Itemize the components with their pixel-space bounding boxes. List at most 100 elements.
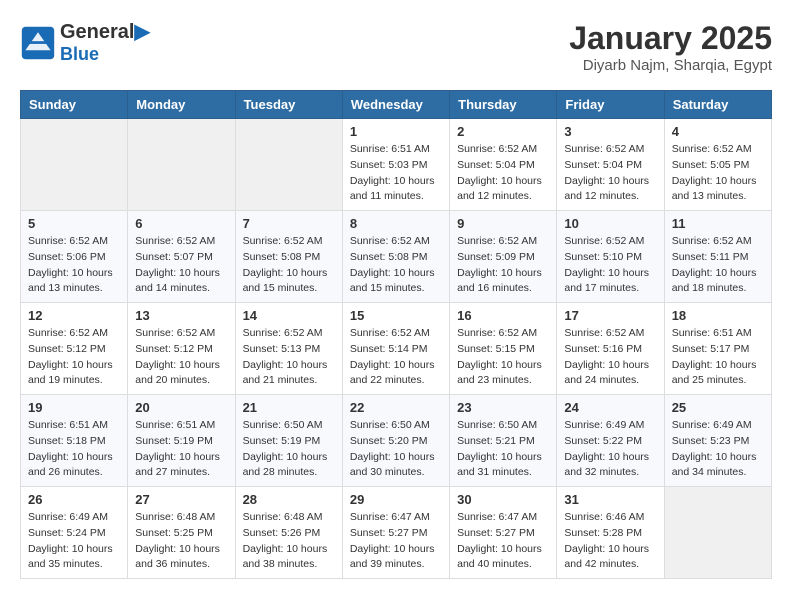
calendar-week-row: 26 Sunrise: 6:49 AMSunset: 5:24 PMDayligh… (21, 487, 772, 579)
day-number: 1 (350, 124, 442, 139)
day-number: 20 (135, 400, 227, 415)
day-info: Sunrise: 6:47 AMSunset: 5:27 PMDaylight:… (457, 510, 549, 573)
day-number: 16 (457, 308, 549, 323)
day-info: Sunrise: 6:52 AMSunset: 5:11 PMDaylight:… (672, 234, 764, 297)
calendar-cell: 20 Sunrise: 6:51 AMSunset: 5:19 PMDayligh… (128, 395, 235, 487)
calendar-cell: 3 Sunrise: 6:52 AMSunset: 5:04 PMDaylight… (557, 119, 664, 211)
month-title: January 2025 (569, 20, 772, 57)
calendar-table: SundayMondayTuesdayWednesdayThursdayFrid… (20, 90, 772, 579)
day-number: 2 (457, 124, 549, 139)
calendar-week-row: 5 Sunrise: 6:52 AMSunset: 5:06 PMDaylight… (21, 211, 772, 303)
day-number: 8 (350, 216, 442, 231)
day-info: Sunrise: 6:52 AMSunset: 5:05 PMDaylight:… (672, 142, 764, 205)
day-info: Sunrise: 6:52 AMSunset: 5:04 PMDaylight:… (564, 142, 656, 205)
day-info: Sunrise: 6:51 AMSunset: 5:03 PMDaylight:… (350, 142, 442, 205)
calendar-cell: 1 Sunrise: 6:51 AMSunset: 5:03 PMDaylight… (342, 119, 449, 211)
calendar-cell: 24Sunrise: 6:49 AMSunset: 5:22 PMDayligh… (557, 395, 664, 487)
calendar-cell: 16 Sunrise: 6:52 AMSunset: 5:15 PMDayligh… (450, 303, 557, 395)
day-info: Sunrise: 6:52 AMSunset: 5:12 PMDaylight:… (135, 326, 227, 389)
day-info: Sunrise: 6:47 AMSunset: 5:27 PMDaylight:… (350, 510, 442, 573)
day-info: Sunrise: 6:50 AMSunset: 5:21 PMDaylight:… (457, 418, 549, 481)
calendar-cell: 25 Sunrise: 6:49 AMSunset: 5:23 PMDayligh… (664, 395, 771, 487)
calendar-cell: 6Sunrise: 6:52 AMSunset: 5:07 PMDaylight… (128, 211, 235, 303)
day-info: Sunrise: 6:52 AMSunset: 5:15 PMDaylight:… (457, 326, 549, 389)
calendar-cell: 18 Sunrise: 6:51 AMSunset: 5:17 PMDayligh… (664, 303, 771, 395)
day-header-saturday: Saturday (664, 91, 771, 119)
day-number: 23 (457, 400, 549, 415)
day-info: Sunrise: 6:51 AMSunset: 5:18 PMDaylight:… (28, 418, 120, 481)
day-info: Sunrise: 6:52 AMSunset: 5:06 PMDaylight:… (28, 234, 120, 297)
day-info: Sunrise: 6:46 AMSunset: 5:28 PMDaylight:… (564, 510, 656, 573)
day-number: 25 (672, 400, 764, 415)
day-number: 26 (28, 492, 120, 507)
day-number: 21 (243, 400, 335, 415)
calendar-cell (21, 119, 128, 211)
title-block: January 2025 Diyarb Najm, Sharqia, Egypt (569, 20, 772, 74)
day-info: Sunrise: 6:49 AMSunset: 5:24 PMDaylight:… (28, 510, 120, 573)
calendar-cell: 2 Sunrise: 6:52 AMSunset: 5:04 PMDaylight… (450, 119, 557, 211)
day-number: 28 (243, 492, 335, 507)
calendar-cell: 30 Sunrise: 6:47 AMSunset: 5:27 PMDayligh… (450, 487, 557, 579)
calendar-cell: 5 Sunrise: 6:52 AMSunset: 5:06 PMDaylight… (21, 211, 128, 303)
day-number: 24 (564, 400, 656, 415)
day-number: 12 (28, 308, 120, 323)
day-number: 14 (243, 308, 335, 323)
day-info: Sunrise: 6:49 AMSunset: 5:23 PMDaylight:… (672, 418, 764, 481)
day-number: 31 (564, 492, 656, 507)
day-number: 4 (672, 124, 764, 139)
calendar-cell: 7Sunrise: 6:52 AMSunset: 5:08 PMDaylight… (235, 211, 342, 303)
calendar-cell: 29 Sunrise: 6:47 AMSunset: 5:27 PMDayligh… (342, 487, 449, 579)
day-info: Sunrise: 6:51 AMSunset: 5:17 PMDaylight:… (672, 326, 764, 389)
day-info: Sunrise: 6:48 AMSunset: 5:25 PMDaylight:… (135, 510, 227, 573)
calendar-cell: 22 Sunrise: 6:50 AMSunset: 5:20 PMDayligh… (342, 395, 449, 487)
day-header-tuesday: Tuesday (235, 91, 342, 119)
calendar-cell: 11Sunrise: 6:52 AMSunset: 5:11 PMDayligh… (664, 211, 771, 303)
day-number: 5 (28, 216, 120, 231)
day-info: Sunrise: 6:52 AMSunset: 5:04 PMDaylight:… (457, 142, 549, 205)
day-header-thursday: Thursday (450, 91, 557, 119)
day-number: 27 (135, 492, 227, 507)
calendar-cell: 9 Sunrise: 6:52 AMSunset: 5:09 PMDaylight… (450, 211, 557, 303)
day-info: Sunrise: 6:52 AMSunset: 5:09 PMDaylight:… (457, 234, 549, 297)
logo-icon (20, 25, 56, 61)
day-number: 6 (135, 216, 227, 231)
calendar-cell: 17 Sunrise: 6:52 AMSunset: 5:16 PMDayligh… (557, 303, 664, 395)
calendar-cell: 21Sunrise: 6:50 AMSunset: 5:19 PMDayligh… (235, 395, 342, 487)
day-info: Sunrise: 6:52 AMSunset: 5:08 PMDaylight:… (243, 234, 335, 297)
day-number: 9 (457, 216, 549, 231)
day-number: 18 (672, 308, 764, 323)
day-number: 30 (457, 492, 549, 507)
day-info: Sunrise: 6:52 AMSunset: 5:10 PMDaylight:… (564, 234, 656, 297)
calendar-cell: 10 Sunrise: 6:52 AMSunset: 5:10 PMDayligh… (557, 211, 664, 303)
calendar-week-row: 1 Sunrise: 6:51 AMSunset: 5:03 PMDaylight… (21, 119, 772, 211)
day-number: 22 (350, 400, 442, 415)
calendar-cell: 12 Sunrise: 6:52 AMSunset: 5:12 PMDayligh… (21, 303, 128, 395)
day-header-monday: Monday (128, 91, 235, 119)
day-info: Sunrise: 6:52 AMSunset: 5:12 PMDaylight:… (28, 326, 120, 389)
day-info: Sunrise: 6:52 AMSunset: 5:14 PMDaylight:… (350, 326, 442, 389)
day-info: Sunrise: 6:52 AMSunset: 5:16 PMDaylight:… (564, 326, 656, 389)
logo: General▶ Blue (20, 20, 150, 66)
calendar-cell: 15 Sunrise: 6:52 AMSunset: 5:14 PMDayligh… (342, 303, 449, 395)
calendar-cell: 4 Sunrise: 6:52 AMSunset: 5:05 PMDaylight… (664, 119, 771, 211)
calendar-cell: 31 Sunrise: 6:46 AMSunset: 5:28 PMDayligh… (557, 487, 664, 579)
day-number: 15 (350, 308, 442, 323)
day-number: 13 (135, 308, 227, 323)
page-header: General▶ Blue January 2025 Diyarb Najm, … (20, 20, 772, 74)
calendar-cell: 28 Sunrise: 6:48 AMSunset: 5:26 PMDayligh… (235, 487, 342, 579)
day-number: 3 (564, 124, 656, 139)
logo-text: General▶ Blue (60, 20, 150, 66)
day-number: 10 (564, 216, 656, 231)
day-header-sunday: Sunday (21, 91, 128, 119)
day-info: Sunrise: 6:50 AMSunset: 5:20 PMDaylight:… (350, 418, 442, 481)
calendar-cell: 27 Sunrise: 6:48 AMSunset: 5:25 PMDayligh… (128, 487, 235, 579)
calendar-cell: 23 Sunrise: 6:50 AMSunset: 5:21 PMDayligh… (450, 395, 557, 487)
day-info: Sunrise: 6:51 AMSunset: 5:19 PMDaylight:… (135, 418, 227, 481)
calendar-cell: 13 Sunrise: 6:52 AMSunset: 5:12 PMDayligh… (128, 303, 235, 395)
calendar-cell: 14Sunrise: 6:52 AMSunset: 5:13 PMDayligh… (235, 303, 342, 395)
day-info: Sunrise: 6:48 AMSunset: 5:26 PMDaylight:… (243, 510, 335, 573)
calendar-cell (664, 487, 771, 579)
calendar-cell (128, 119, 235, 211)
day-number: 17 (564, 308, 656, 323)
day-number: 29 (350, 492, 442, 507)
